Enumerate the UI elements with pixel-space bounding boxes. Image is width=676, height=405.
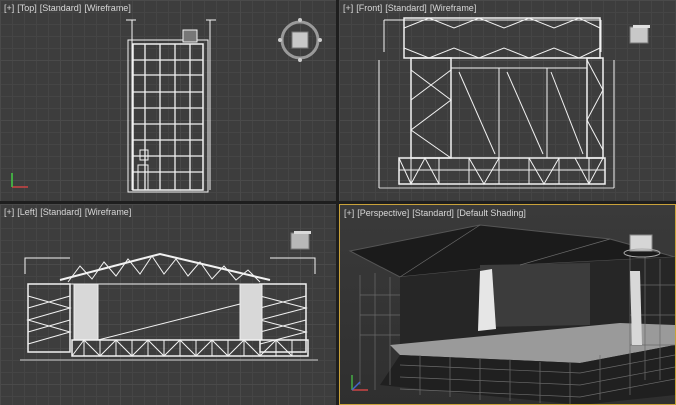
left-wireframe [20,252,318,361]
viewport-menu-button[interactable]: [+] [343,3,353,13]
front-wireframe [378,17,615,189]
viewport-menu-button[interactable]: [+] [4,207,14,217]
viewport-layout: [+] [Top] [Standard] [Wireframe] [+] [Fr… [0,0,676,405]
view-name[interactable]: [Top] [17,3,37,13]
viewport-top[interactable]: [+] [Top] [Standard] [Wireframe] [0,0,336,201]
style-mode[interactable]: [Standard] [40,3,82,13]
viewport-left[interactable]: [+] [Left] [Standard] [Wireframe] [0,204,336,405]
style-mode[interactable]: [Standard] [412,208,454,218]
viewport-perspective[interactable]: [+] [Perspective] [Standard] [Default Shadi… [339,204,676,405]
viewport-front[interactable]: [+] [Front] [Standard] [Wireframe] [339,0,676,201]
style-mode[interactable]: [Standard] [385,3,427,13]
shading-mode[interactable]: [Default Shading] [457,208,526,218]
shading-mode[interactable]: [Wireframe] [84,3,131,13]
viewcube-icon[interactable] [629,24,651,46]
viewcube-icon[interactable] [622,229,662,259]
axis-tripod-icon [351,375,368,391]
viewport-front-label[interactable]: [+] [Front] [Standard] [Wireframe] [343,3,479,13]
viewport-perspective-label[interactable]: [+] [Perspective] [Standard] [Default Shadi… [344,208,529,218]
axis-tripod-icon [11,173,28,188]
view-name[interactable]: [Front] [356,3,382,13]
viewcube-icon[interactable] [276,16,324,64]
view-name[interactable]: [Perspective] [357,208,409,218]
viewcube-icon[interactable] [290,230,312,252]
viewport-menu-button[interactable]: [+] [344,208,354,218]
viewport-left-label[interactable]: [+] [Left] [Standard] [Wireframe] [4,207,134,217]
view-name[interactable]: [Left] [17,207,37,217]
style-mode[interactable]: [Standard] [40,207,82,217]
viewport-top-label[interactable]: [+] [Top] [Standard] [Wireframe] [4,3,134,13]
viewport-menu-button[interactable]: [+] [4,3,14,13]
shading-mode[interactable]: [Wireframe] [430,3,477,13]
shading-mode[interactable]: [Wireframe] [85,207,132,217]
